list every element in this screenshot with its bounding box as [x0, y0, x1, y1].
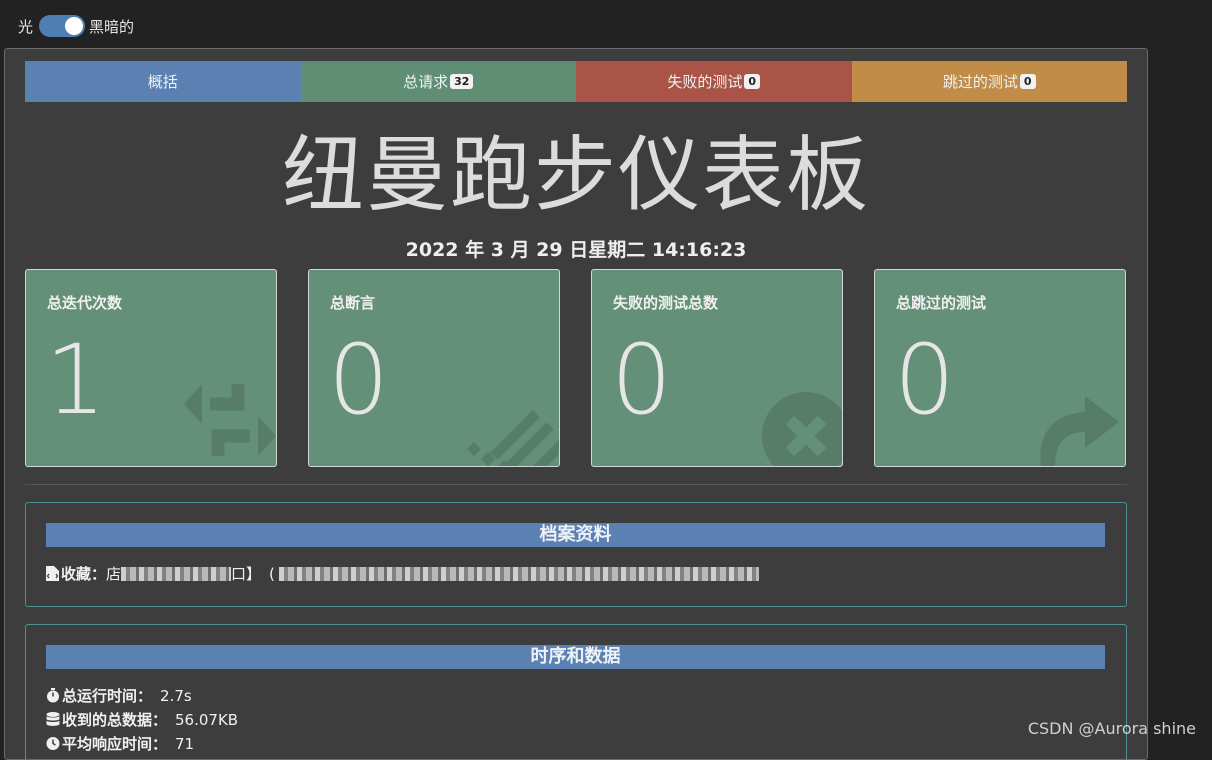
dark-theme-label: 黑暗的 — [89, 17, 135, 36]
stat-value: 0 — [611, 324, 673, 436]
tab-summary-label: 概括 — [147, 73, 178, 91]
tab-failed-tests-label: 失败的测试 — [667, 73, 743, 91]
list-icon — [466, 410, 559, 466]
stat-value: 1 — [45, 324, 107, 436]
collection-fragment: 口】 — [231, 565, 262, 583]
profile-heading: 档案资料 — [46, 523, 1105, 547]
watermark: CSDN @Aurora shine — [1027, 719, 1196, 738]
tab-failed-tests[interactable]: 失败的测试 0 — [576, 61, 852, 102]
theme-toggle[interactable]: 光 黑暗的 — [18, 14, 134, 38]
switch-knob — [65, 17, 84, 35]
timing-row: 收到的总数据： 56.07KB — [46, 709, 238, 730]
timing-label: 收到的总数据： — [62, 711, 168, 729]
repeat-icon — [184, 384, 276, 456]
tab-total-requests[interactable]: 总请求 32 — [300, 61, 576, 102]
stat-card-assertions: 总断言 0 — [308, 269, 560, 467]
redacted-text — [121, 566, 232, 581]
timing-value: 56.07KB — [175, 710, 239, 729]
timing-row: 总运行时间： 2.7s — [46, 685, 192, 706]
tab-skipped-tests-label: 跳过的测试 — [942, 73, 1018, 91]
timing-value: 71 — [175, 734, 195, 753]
stat-label: 总跳过的测试 — [896, 294, 987, 312]
tab-total-requests-label: 总请求 — [403, 73, 449, 91]
database-icon — [46, 712, 60, 727]
dashboard-panel: 概括 总请求 32 失败的测试 0 跳过的测试 0 纽曼跑步仪表板 2022 年… — [4, 48, 1148, 760]
tab-summary[interactable]: 概括 — [25, 61, 301, 102]
file-code-icon — [46, 566, 59, 581]
stat-value: 0 — [328, 324, 390, 436]
timing-label: 平均响应时间： — [62, 735, 168, 753]
times-circle-icon — [762, 392, 842, 466]
timings-heading: 时序和数据 — [46, 645, 1105, 669]
light-theme-label: 光 — [18, 17, 34, 36]
page-title: 纽曼跑步仪表板 — [281, 128, 870, 223]
collection-row: 收藏： 店 口】 ( — [46, 563, 759, 584]
skipped-count-badge: 0 — [1019, 74, 1036, 89]
run-date: 2022 年 3 月 29 日星期二 14:16:23 — [405, 239, 747, 261]
stat-label: 总断言 — [330, 294, 376, 312]
stat-card-failed: 失败的测试总数 0 — [591, 269, 843, 467]
timings-section: 时序和数据 总运行时间： 2.7s 收到的总数据： 56.07KB 平均响应时间… — [25, 624, 1127, 759]
stat-label: 总迭代次数 — [47, 294, 123, 312]
section-divider — [25, 484, 1127, 485]
stat-label: 失败的测试总数 — [613, 294, 719, 312]
clock-icon — [46, 736, 60, 751]
share-arrow-icon — [1040, 396, 1119, 466]
collection-value: 店 — [106, 565, 122, 583]
profile-section: 档案资料 收藏： 店 口】 ( — [25, 502, 1127, 607]
tab-bar: 概括 总请求 32 失败的测试 0 跳过的测试 0 — [25, 61, 1127, 102]
failed-count-badge: 0 — [744, 74, 761, 89]
stat-value: 0 — [894, 324, 956, 436]
stat-card-iterations: 总迭代次数 1 — [25, 269, 277, 467]
timing-row: 平均响应时间： 71 — [46, 733, 194, 754]
collection-fragment: ( — [269, 564, 275, 583]
requests-count-badge: 32 — [450, 74, 474, 89]
stat-card-skipped: 总跳过的测试 0 — [874, 269, 1126, 467]
stopwatch-icon — [46, 688, 60, 703]
timing-value: 2.7s — [160, 686, 192, 705]
tab-skipped-tests[interactable]: 跳过的测试 0 — [851, 61, 1127, 102]
collection-label: 收藏： — [61, 565, 107, 583]
theme-switch[interactable] — [39, 15, 86, 37]
timing-label: 总运行时间： — [62, 687, 153, 705]
redacted-text — [278, 566, 759, 581]
